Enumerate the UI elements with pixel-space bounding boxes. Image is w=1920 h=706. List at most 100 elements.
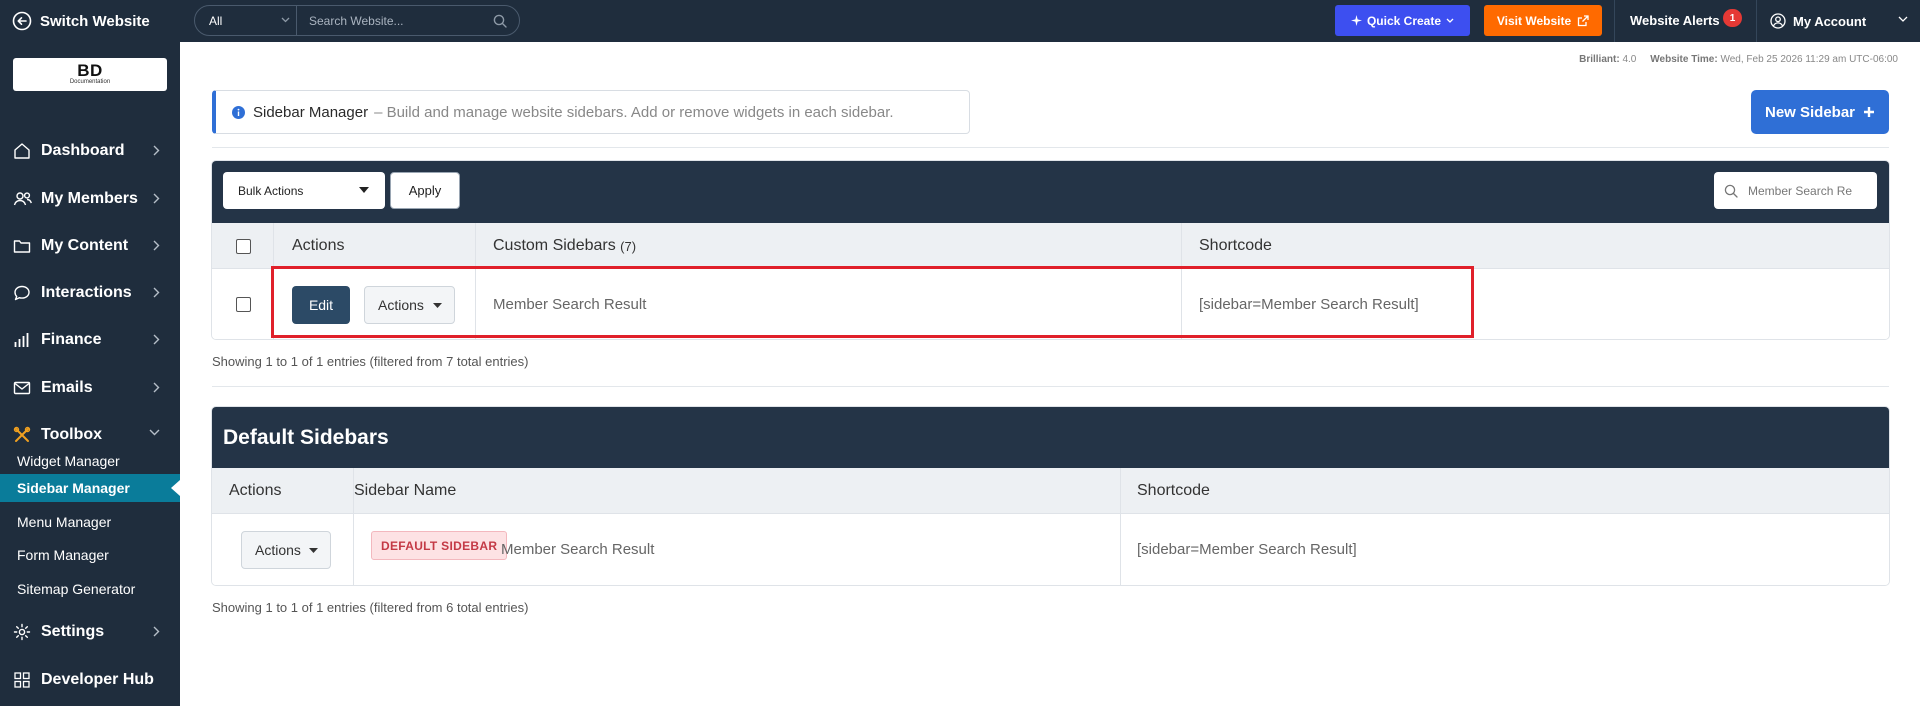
apply-button[interactable]: Apply — [390, 172, 460, 209]
site-logo[interactable]: BD Documentation — [13, 58, 167, 91]
sidebar-item-emails[interactable]: Emails — [0, 368, 180, 408]
info-icon — [232, 105, 245, 119]
search-icon[interactable] — [493, 14, 507, 28]
sidebar-item-my-content[interactable]: My Content — [0, 226, 180, 266]
page-description: – Build and manage website sidebars. Add… — [374, 103, 894, 121]
sidebar-item-dashboard[interactable]: Dashboard — [0, 131, 180, 171]
column-header-shortcode: Shortcode — [1199, 237, 1272, 254]
chevron-down-icon — [1446, 18, 1454, 23]
column-divider — [1181, 223, 1182, 339]
actions-dropdown[interactable]: Actions — [364, 286, 455, 324]
new-sidebar-button[interactable]: New Sidebar — [1751, 90, 1889, 134]
default-sidebar-badge: DEFAULT SIDEBAR — [371, 531, 508, 560]
chevron-right-icon — [153, 382, 160, 393]
divider — [212, 386, 1889, 387]
plus-icon — [1864, 107, 1875, 117]
caret-down-icon — [433, 303, 442, 308]
table-filter-input[interactable] — [1748, 183, 1858, 198]
table-row: Edit Actions Member Search Result [sideb… — [212, 269, 1889, 339]
search-input[interactable] — [297, 6, 493, 35]
sidebar-item-label: Toolbox — [41, 426, 103, 443]
external-link-icon — [1577, 14, 1589, 26]
website-status-line: Brilliant: 4.0 Website Time: Wed, Feb 25… — [1579, 54, 1898, 65]
arrow-left-circle-icon — [12, 11, 32, 31]
sidebar-item-label: My Members — [41, 190, 138, 207]
sidebar-item-finance[interactable]: Finance — [0, 320, 180, 360]
table-header: Actions Custom Sidebars (7) Shortcode — [212, 223, 1889, 269]
bulk-actions-select[interactable]: Bulk Actions — [223, 172, 385, 209]
select-all-cell — [236, 223, 251, 269]
sidebar-subitem-widget-manager[interactable]: Widget Manager — [0, 447, 180, 475]
column-header-label: Custom Sidebars — [493, 237, 616, 254]
column-divider — [475, 223, 476, 339]
column-divider — [353, 468, 354, 585]
top-navigation-bar: Switch Website All Quick Create Visit We… — [0, 0, 1920, 42]
shortcode-cell: [sidebar=Member Search Result] — [1137, 541, 1357, 558]
visit-website-button[interactable]: Visit Website — [1484, 5, 1602, 36]
sidebar-item-my-members[interactable]: My Members — [0, 179, 180, 219]
my-account-label: My Account — [1793, 13, 1867, 29]
row-select-cell — [236, 297, 251, 312]
actions-dropdown[interactable]: Actions — [241, 531, 331, 569]
quick-create-button[interactable]: Quick Create — [1335, 5, 1470, 36]
chevron-down-icon — [281, 17, 290, 23]
website-time-value: Wed, Feb 25 2026 11:29 am UTC-06:00 — [1720, 54, 1898, 65]
chevron-right-icon — [153, 145, 160, 156]
sidebar-item-settings[interactable]: Settings — [0, 612, 180, 652]
table-row: Actions DEFAULT SIDEBAR Member Search Re… — [212, 514, 1889, 585]
users-icon — [13, 192, 32, 206]
table-filter — [1714, 172, 1877, 209]
sidebar-count: (7) — [620, 238, 637, 254]
sidebar-item-label: Developer Hub — [41, 671, 154, 688]
default-sidebars-table: Default Sidebars Actions Sidebar Name Sh… — [211, 406, 1890, 586]
sidebar-subitem-sidebar-manager[interactable]: Sidebar Manager — [0, 474, 180, 502]
switch-website-button[interactable]: Switch Website — [12, 10, 150, 32]
row-checkbox[interactable] — [236, 297, 251, 312]
sidebar-item-developer-hub[interactable]: Developer Hub — [0, 660, 180, 700]
bulk-actions-label: Bulk Actions — [238, 183, 304, 198]
sparkle-icon — [1350, 15, 1362, 26]
chevron-down-icon — [1898, 16, 1908, 22]
sidebar-subitem-sitemap-generator[interactable]: Sitemap Generator — [0, 575, 180, 603]
sidebar-subitem-form-manager[interactable]: Form Manager — [0, 541, 180, 569]
select-all-checkbox[interactable] — [236, 238, 251, 254]
sidebar-item-label: Finance — [41, 331, 102, 348]
column-divider — [1120, 468, 1121, 585]
search-scope-value: All — [209, 13, 223, 28]
my-account-menu[interactable]: My Account — [1770, 11, 1866, 31]
gear-icon — [13, 623, 31, 641]
edit-button[interactable]: Edit — [292, 286, 350, 324]
sidebar-subitem-menu-manager[interactable]: Menu Manager — [0, 508, 180, 536]
grid-icon — [14, 672, 30, 688]
folder-icon — [13, 240, 31, 253]
column-header-custom-sidebars[interactable]: Custom Sidebars (7) — [493, 223, 636, 269]
search-scope-select[interactable]: All — [195, 6, 297, 35]
chat-icon — [14, 285, 30, 301]
visit-website-label: Visit Website — [1496, 13, 1572, 28]
version-label: Brilliant: — [1579, 54, 1620, 65]
chevron-right-icon — [153, 240, 160, 251]
divider — [1614, 0, 1615, 42]
quick-create-label: Quick Create — [1366, 13, 1442, 28]
bar-chart-icon — [14, 333, 29, 347]
chevron-right-icon — [153, 334, 160, 345]
chevron-right-icon — [153, 193, 160, 204]
sidebar-name-cell: DEFAULT SIDEBAR Member Search Result — [353, 514, 1053, 585]
page-title: Sidebar Manager — [253, 103, 369, 121]
table-header: Actions Sidebar Name Shortcode — [212, 468, 1889, 514]
sidebar-item-interactions[interactable]: Interactions — [0, 273, 180, 313]
website-time-label: Website Time: — [1650, 54, 1718, 65]
actions-label: Actions — [378, 297, 424, 313]
column-header-actions: Actions — [229, 482, 282, 499]
chevron-right-icon — [153, 287, 160, 298]
version-value: 4.0 — [1622, 54, 1637, 65]
sidebar: BD Documentation Dashboard My Members My… — [0, 42, 180, 706]
chevron-right-icon — [153, 626, 160, 637]
divider — [212, 147, 1889, 148]
sidebar-name-cell: Member Search Result — [493, 296, 647, 313]
default-sidebars-title: Default Sidebars — [212, 407, 1889, 468]
website-alerts-link[interactable]: Website Alerts — [1630, 13, 1720, 28]
sidebar-item-label: Emails — [41, 379, 93, 396]
website-search: All — [194, 5, 520, 36]
column-header-shortcode: Shortcode — [1137, 482, 1210, 499]
